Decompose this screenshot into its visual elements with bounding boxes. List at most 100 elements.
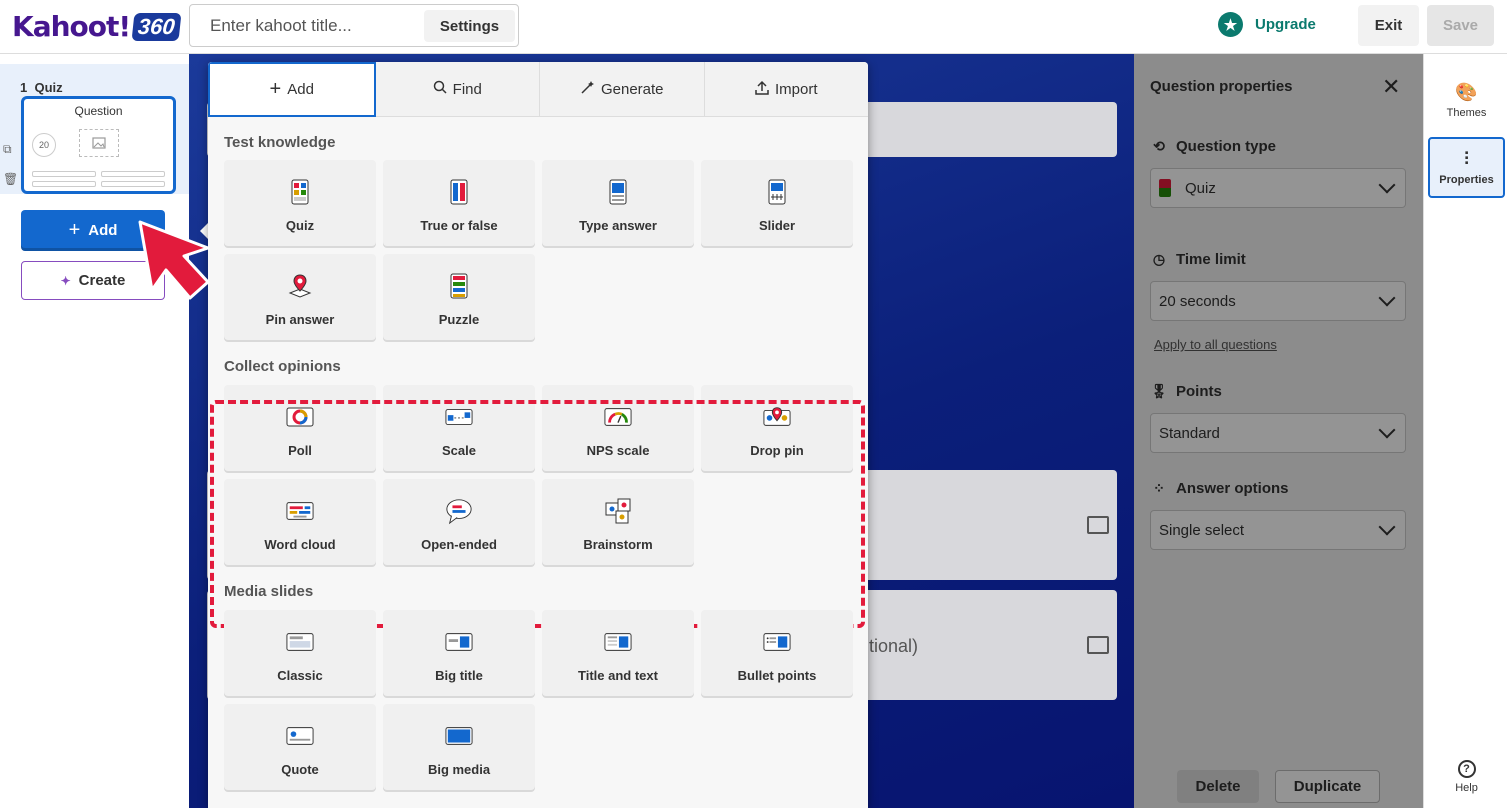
tile-pin-answer[interactable]: Pin answer bbox=[224, 254, 376, 340]
big-title-icon bbox=[445, 628, 473, 656]
side-rail: 🎨 Themes ⫶ Properties ? Help bbox=[1423, 54, 1507, 808]
tab-label: Add bbox=[287, 81, 314, 98]
save-button[interactable]: Save bbox=[1427, 5, 1494, 46]
help-icon: ? bbox=[1457, 759, 1476, 778]
plus-icon: + bbox=[68, 219, 81, 241]
tile-label: Big media bbox=[427, 762, 491, 777]
tab-find[interactable]: Find bbox=[375, 62, 540, 117]
tile-label: Quote bbox=[281, 762, 319, 777]
tab-label: Import bbox=[774, 80, 818, 98]
tile-quiz[interactable]: Quiz bbox=[224, 160, 376, 246]
scale-icon bbox=[445, 403, 473, 431]
logo-text: Kahoot! bbox=[12, 10, 131, 43]
themes-label: Themes bbox=[1446, 107, 1487, 119]
tile-open-ended[interactable]: Open-ended bbox=[383, 479, 535, 565]
help-button[interactable]: ? Help bbox=[1428, 746, 1505, 807]
duplicate-icon[interactable]: ⧉ bbox=[3, 142, 12, 157]
upgrade-button[interactable]: ★ Upgrade bbox=[1218, 12, 1316, 37]
exit-button[interactable]: Exit bbox=[1358, 5, 1419, 46]
kahoot-title-input[interactable] bbox=[210, 14, 410, 38]
tile-brainstorm[interactable]: Brainstorm bbox=[542, 479, 694, 565]
tile-scale[interactable]: Scale bbox=[383, 385, 535, 471]
tile-label: Puzzle bbox=[438, 312, 480, 327]
tile-classic[interactable]: Classic bbox=[224, 610, 376, 696]
slide-label: 1 Quiz bbox=[20, 80, 63, 95]
tile-drop-pin[interactable]: Drop pin bbox=[701, 385, 853, 471]
section-title-test-knowledge: Test knowledge bbox=[224, 134, 336, 151]
trash-icon[interactable]: 🗑 bbox=[3, 172, 18, 186]
logo-badge: 360 bbox=[131, 12, 182, 41]
tile-title-and-text[interactable]: Title and text bbox=[542, 610, 694, 696]
upgrade-label: Upgrade bbox=[1255, 16, 1316, 33]
slide-thumbnail[interactable]: Question 20 bbox=[21, 96, 176, 194]
tile-label: Drop pin bbox=[750, 443, 804, 458]
image-icon[interactable] bbox=[1087, 636, 1109, 654]
answer-placeholder-text: tional) bbox=[869, 636, 919, 656]
tile-label: Quiz bbox=[285, 218, 315, 233]
tile-label: Classic bbox=[277, 668, 323, 683]
tile-label: Pin answer bbox=[265, 312, 335, 327]
modal-overlay bbox=[1134, 54, 1423, 808]
tile-quote[interactable]: Quote bbox=[224, 704, 376, 790]
properties-button[interactable]: ⫶ Properties bbox=[1428, 137, 1505, 198]
palette-icon: 🎨 bbox=[1455, 82, 1478, 102]
tab-label: Generate bbox=[600, 80, 664, 98]
slider-icon bbox=[763, 178, 791, 206]
thumb-answer bbox=[101, 181, 165, 187]
tile-true-or-false[interactable]: True or false bbox=[383, 160, 535, 246]
tile-label: Type answer bbox=[579, 218, 657, 233]
tile-word-cloud[interactable]: Word cloud bbox=[224, 479, 376, 565]
tile-label: Slider bbox=[758, 218, 796, 233]
plus-icon: + bbox=[269, 78, 282, 100]
brainstorm-icon bbox=[604, 497, 632, 525]
type-answer-icon bbox=[604, 178, 632, 206]
themes-button[interactable]: 🎨 Themes bbox=[1428, 70, 1505, 131]
tile-slider[interactable]: Slider bbox=[701, 160, 853, 246]
true-false-icon bbox=[445, 178, 473, 206]
properties-label: Properties bbox=[1439, 174, 1494, 186]
magic-wand-icon bbox=[580, 80, 595, 99]
thumb-title: Question bbox=[74, 104, 123, 118]
tile-label: NPS scale bbox=[586, 443, 650, 458]
tile-label: Poll bbox=[288, 443, 312, 458]
tab-import[interactable]: Import bbox=[704, 62, 868, 117]
tile-label: Word cloud bbox=[264, 537, 336, 552]
thumb-answer bbox=[32, 171, 96, 177]
image-icon[interactable] bbox=[1087, 516, 1109, 534]
tile-puzzle[interactable]: Puzzle bbox=[383, 254, 535, 340]
slide-list-panel: 1 Quiz ⧉ 🗑 Question 20 + Add ✦ Create bbox=[0, 54, 189, 808]
tile-poll[interactable]: Poll bbox=[224, 385, 376, 471]
tab-add[interactable]: + Add bbox=[208, 62, 376, 117]
kahoot-logo[interactable]: Kahoot! 360 bbox=[12, 10, 182, 43]
bullet-points-icon bbox=[763, 628, 791, 656]
create-label: Create bbox=[78, 272, 126, 289]
sparkle-icon: ✦ bbox=[60, 273, 71, 288]
tile-big-title[interactable]: Big title bbox=[383, 610, 535, 696]
tile-bullet-points[interactable]: Bullet points bbox=[701, 610, 853, 696]
slide-item[interactable]: 1 Quiz ⧉ 🗑 Question 20 bbox=[0, 64, 189, 194]
title-text-icon bbox=[604, 628, 632, 656]
add-label: Add bbox=[88, 222, 118, 239]
tile-nps-scale[interactable]: NPS scale bbox=[542, 385, 694, 471]
tile-label: Brainstorm bbox=[583, 537, 653, 552]
thumb-timer: 20 bbox=[32, 133, 56, 157]
annotation-arrow-icon bbox=[138, 220, 218, 307]
tab-label: Find bbox=[452, 80, 482, 98]
drop-pin-icon bbox=[763, 403, 791, 431]
title-field-group: Settings bbox=[189, 4, 519, 47]
add-slide-popup: + Add Find Generate Import Test knowledg… bbox=[208, 62, 868, 808]
section-title-media-slides: Media slides bbox=[224, 583, 314, 600]
upload-icon bbox=[755, 80, 769, 99]
section-title-collect-opinions: Collect opinions bbox=[224, 358, 341, 375]
settings-button[interactable]: Settings bbox=[424, 10, 515, 42]
word-cloud-icon bbox=[286, 497, 314, 525]
tile-big-media[interactable]: Big media bbox=[383, 704, 535, 790]
sliders-icon: ⫶ bbox=[1464, 149, 1469, 169]
big-media-icon bbox=[445, 722, 473, 750]
top-bar: Kahoot! 360 Settings ★ Upgrade Exit Save bbox=[0, 0, 1507, 54]
tab-generate[interactable]: Generate bbox=[540, 62, 705, 117]
tile-label: Bullet points bbox=[737, 668, 817, 683]
search-icon bbox=[433, 80, 447, 98]
tile-type-answer[interactable]: Type answer bbox=[542, 160, 694, 246]
pin-answer-icon bbox=[286, 272, 314, 300]
